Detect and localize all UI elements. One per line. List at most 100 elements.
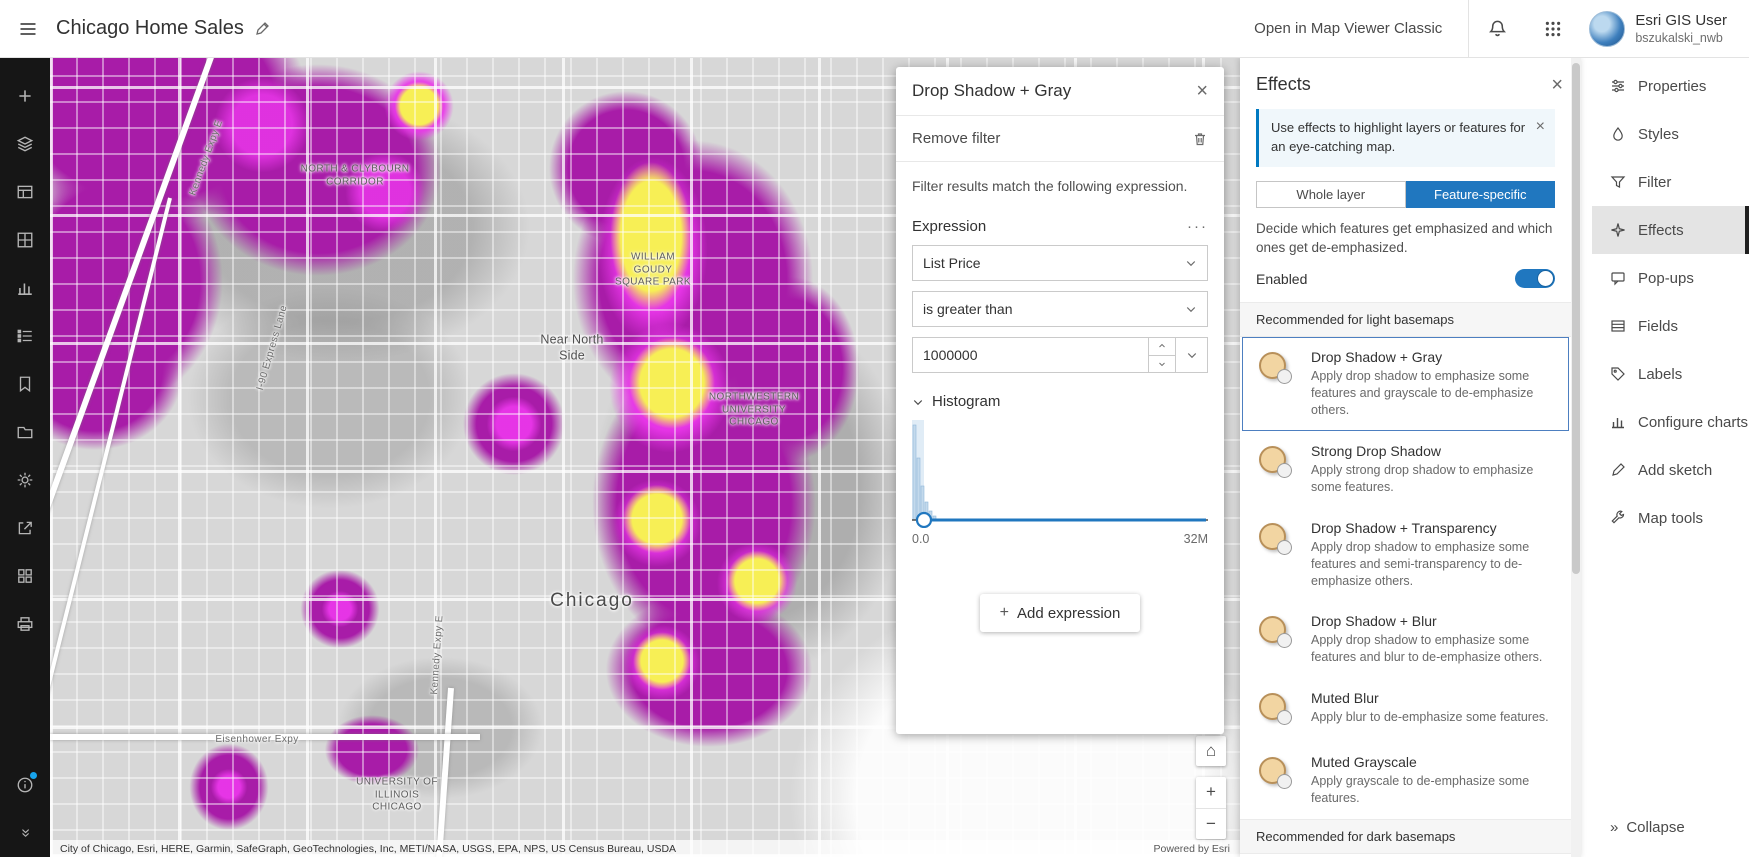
scrollbar-thumb[interactable] (1572, 63, 1580, 575)
effect-thumbnail-icon (1257, 349, 1299, 389)
value-dropdown-icon[interactable] (1176, 337, 1208, 373)
save-open-icon[interactable] (0, 408, 50, 456)
legend-icon[interactable] (0, 312, 50, 360)
enabled-toggle[interactable] (1515, 269, 1555, 289)
effect-thumbnail-icon (1257, 613, 1299, 653)
home-extent-button[interactable]: ⌂ (1196, 736, 1226, 766)
operator-select[interactable]: is greater than (912, 291, 1208, 327)
info-banner-close-icon[interactable]: × (1536, 119, 1545, 157)
effect-item-drop-shadow-transparency[interactable]: Drop Shadow + Transparency Apply drop sh… (1242, 508, 1569, 602)
open-in-classic-link[interactable]: Open in Map Viewer Classic (1254, 20, 1442, 37)
effect-item-drop-shadow-blur[interactable]: Drop Shadow + Blur Apply drop shadow to … (1242, 601, 1569, 678)
fields-list-icon (1610, 318, 1626, 334)
edit-title-pencil-icon[interactable] (254, 21, 270, 37)
histogram-slider-handle[interactable] (915, 511, 933, 528)
collapse-toolbar-icon[interactable]: » (0, 809, 50, 857)
layers-icon[interactable] (0, 120, 50, 168)
app-launcher-grid-icon[interactable] (1525, 0, 1581, 58)
bookmarks-icon[interactable] (0, 360, 50, 408)
filter-panel-title: Drop Shadow + Gray (912, 81, 1072, 100)
chevron-down-icon (1185, 303, 1197, 315)
effects-panel-close-icon[interactable]: × (1551, 75, 1563, 95)
effect-item-muted-grayscale[interactable]: Muted Grayscale Apply grayscale to de-em… (1242, 742, 1569, 819)
double-chevron-right-icon: » (1610, 818, 1618, 836)
powered-by-esri-link[interactable]: Powered by Esri (1154, 843, 1230, 855)
notification-dot (29, 771, 38, 780)
tab-whole-layer[interactable]: Whole layer (1256, 180, 1406, 208)
hamburger-menu-icon[interactable] (0, 0, 56, 58)
user-avatar (1589, 10, 1626, 47)
user-name: Esri GIS User (1635, 12, 1727, 29)
effect-thumbnail-icon (1257, 690, 1299, 730)
trash-icon[interactable] (1192, 131, 1208, 147)
effect-thumbnail-icon (1257, 443, 1299, 483)
filter-panel-close-icon[interactable]: × (1196, 81, 1208, 101)
histogram-toggle[interactable]: Histogram (912, 387, 1208, 420)
effects-scope-tabs: Whole layer Feature-specific (1256, 180, 1555, 208)
effects-info-banner: Use effects to highlight layers or featu… (1256, 109, 1555, 167)
map-container: NORTH & CLYBOURN CORRIDOR WILLIAM GOUDY … (50, 58, 1240, 857)
popup-bubble-icon (1610, 270, 1626, 286)
right-settings-nav: Properties Styles Filter Effects Pop-ups… (1592, 58, 1749, 857)
nav-item-effects[interactable]: Effects (1592, 206, 1749, 254)
tab-feature-specific[interactable]: Feature-specific (1405, 180, 1555, 208)
pencil-icon (1610, 462, 1626, 478)
basemap-icon[interactable] (0, 216, 50, 264)
apps-grid-icon[interactable] (0, 552, 50, 600)
effect-item-drop-shadow-gray[interactable]: Drop Shadow + Gray Apply drop shadow to … (1242, 337, 1569, 432)
nav-item-fields[interactable]: Fields (1592, 302, 1749, 350)
effect-thumbnail-icon (1257, 754, 1299, 794)
add-layer-icon[interactable] (0, 72, 50, 120)
chevron-down-icon (1185, 257, 1197, 269)
expression-label: Expression (912, 218, 987, 235)
nav-item-styles[interactable]: Styles (1592, 110, 1749, 158)
section-dark-basemaps: Recommended for dark basemaps (1240, 818, 1571, 854)
user-account-menu[interactable]: Esri GIS User bszukalski_nwb (1581, 10, 1749, 47)
value-stepper (1148, 337, 1176, 373)
nav-item-map-tools[interactable]: Map tools (1592, 494, 1749, 542)
nav-item-filter[interactable]: Filter (1592, 158, 1749, 206)
expression-overflow-menu-icon[interactable]: ··· (1187, 218, 1208, 235)
effects-panel-title: Effects (1256, 74, 1311, 94)
user-username: bszukalski_nwb (1635, 31, 1723, 45)
bar-chart-icon (1610, 414, 1626, 430)
add-expression-button[interactable]: + Add expression (979, 594, 1141, 632)
notifications-bell-icon[interactable] (1469, 0, 1525, 58)
collapse-nav-button[interactable]: » Collapse (1592, 809, 1749, 845)
nav-item-properties[interactable]: Properties (1592, 62, 1749, 110)
nav-item-configure-charts[interactable]: Configure charts (1592, 398, 1749, 446)
zoom-in-button[interactable]: + (1196, 777, 1226, 808)
field-select[interactable]: List Price (912, 245, 1208, 281)
effect-item-muted-blur[interactable]: Muted Blur Apply blur to de-emphasize so… (1242, 678, 1569, 742)
nav-item-popups[interactable]: Pop-ups (1592, 254, 1749, 302)
filter-panel: Drop Shadow + Gray × Remove filter Filte… (896, 67, 1224, 734)
effects-info-text: Use effects to highlight layers or featu… (1271, 120, 1526, 154)
nav-item-add-sketch[interactable]: Add sketch (1592, 446, 1749, 494)
share-icon[interactable] (0, 504, 50, 552)
nav-item-labels[interactable]: Labels (1592, 350, 1749, 398)
effects-panel: Effects × Use effects to highlight layer… (1240, 58, 1581, 857)
stepper-down-icon[interactable] (1149, 354, 1175, 373)
app-header: Chicago Home Sales Open in Map Viewer Cl… (0, 0, 1749, 58)
charts-icon[interactable] (0, 264, 50, 312)
enabled-label: Enabled (1256, 270, 1308, 287)
effects-panel-scrollbar (1571, 58, 1581, 857)
effect-thumbnail-icon (1257, 520, 1299, 560)
print-icon[interactable] (0, 600, 50, 648)
histogram-min-label: 0.0 (912, 532, 930, 546)
sliders-icon (1610, 78, 1626, 94)
plus-icon: + (999, 604, 1009, 621)
remove-filter-button[interactable]: Remove filter (896, 116, 1224, 162)
table-icon[interactable] (0, 168, 50, 216)
info-icon[interactable] (0, 761, 50, 809)
filter-description: Filter results match the following expre… (912, 178, 1188, 194)
effect-item-strong-drop-shadow[interactable]: Strong Drop Shadow Apply strong drop sha… (1242, 431, 1569, 508)
effects-description: Decide which features get emphasized and… (1256, 220, 1553, 255)
map-properties-gear-icon[interactable] (0, 456, 50, 504)
value-input[interactable] (912, 337, 1148, 373)
paint-drop-icon (1610, 126, 1626, 142)
zoom-control: + − (1196, 777, 1226, 839)
stepper-up-icon[interactable] (1149, 338, 1175, 355)
zoom-out-button[interactable]: − (1196, 807, 1226, 840)
attribution-text: City of Chicago, Esri, HERE, Garmin, Saf… (60, 842, 677, 855)
